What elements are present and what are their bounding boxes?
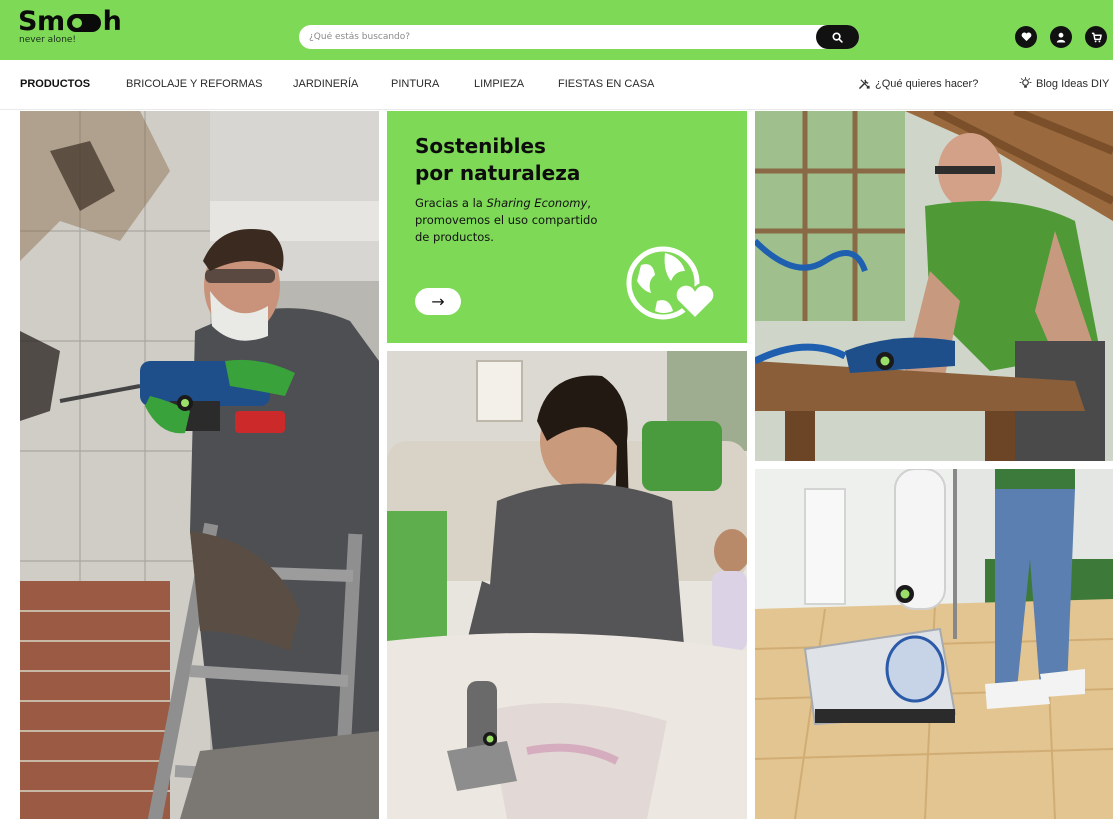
brand-logo[interactable]: Sm h never alone! [18, 6, 122, 56]
nav-item-jardineria[interactable]: JARDINERÍA [293, 78, 358, 90]
heart-icon [1021, 32, 1031, 42]
account-button[interactable] [1050, 26, 1072, 48]
what-to-do-link[interactable]: ¿Qué quieres hacer? [858, 77, 978, 90]
promo-title-line-1: Sostenibles [415, 134, 546, 158]
image-pulidora-suelo[interactable] [755, 469, 1113, 819]
top-header: Sm h never alone! [0, 0, 1113, 60]
promo-description: Gracias a la Sharing Economy, promovemos… [415, 195, 615, 246]
search-input[interactable] [299, 25, 819, 49]
promo-arrow-button[interactable]: → [415, 288, 461, 315]
nav-item-bricolaje[interactable]: BRICOLAJE Y REFORMAS [126, 78, 263, 90]
cart-button[interactable] [1085, 26, 1107, 48]
tools-icon [859, 79, 870, 89]
nav-item-limpieza[interactable]: LIMPIEZA [474, 78, 524, 90]
nav-item-productos[interactable]: PRODUCTOS [20, 78, 90, 90]
logo-text-prefix: Sm [18, 6, 65, 37]
logo-text-suffix: h [102, 6, 122, 37]
nav-item-pintura[interactable]: PINTURA [391, 78, 439, 90]
arrow-right-icon: → [431, 292, 445, 311]
blog-label: Blog Ideas DIY [1036, 77, 1110, 90]
nav-item-fiestas[interactable]: FIESTAS EN CASA [558, 78, 654, 90]
woman-cleaning-photo [387, 351, 747, 819]
what-to-do-label: ¿Qué quieres hacer? [875, 77, 979, 90]
lightbulb-icon [1019, 77, 1032, 88]
user-icon [1056, 32, 1066, 42]
promo-title-line-2: por naturaleza [415, 161, 581, 185]
promo-title: Sostenibles por naturaleza [415, 133, 635, 187]
promo-body-em: Sharing Economy [486, 196, 588, 210]
search-icon [832, 31, 843, 43]
floor-sander-photo [755, 469, 1113, 819]
main-nav: PRODUCTOS BRICOLAJE Y REFORMAS JARDINERÍ… [0, 60, 1113, 110]
promo-sostenibles[interactable]: Sostenibles por naturaleza Gracias a la … [387, 111, 747, 343]
cart-icon [1091, 32, 1102, 42]
blog-link[interactable]: Blog Ideas DIY [1019, 77, 1109, 90]
header-actions [1015, 26, 1107, 48]
man-sanding-photo [755, 111, 1113, 461]
promo-body-pre: Gracias a la [415, 196, 487, 210]
globe-heart-icon [626, 246, 717, 322]
worker-drilling-photo [20, 111, 379, 819]
image-carpinteria[interactable] [755, 111, 1113, 461]
logo-oo-mark [66, 14, 101, 32]
hero-image-bricolaje[interactable] [20, 111, 379, 819]
image-limpieza[interactable] [387, 351, 747, 819]
search-bar [299, 25, 859, 49]
search-button[interactable] [816, 25, 859, 49]
wishlist-button[interactable] [1015, 26, 1037, 48]
